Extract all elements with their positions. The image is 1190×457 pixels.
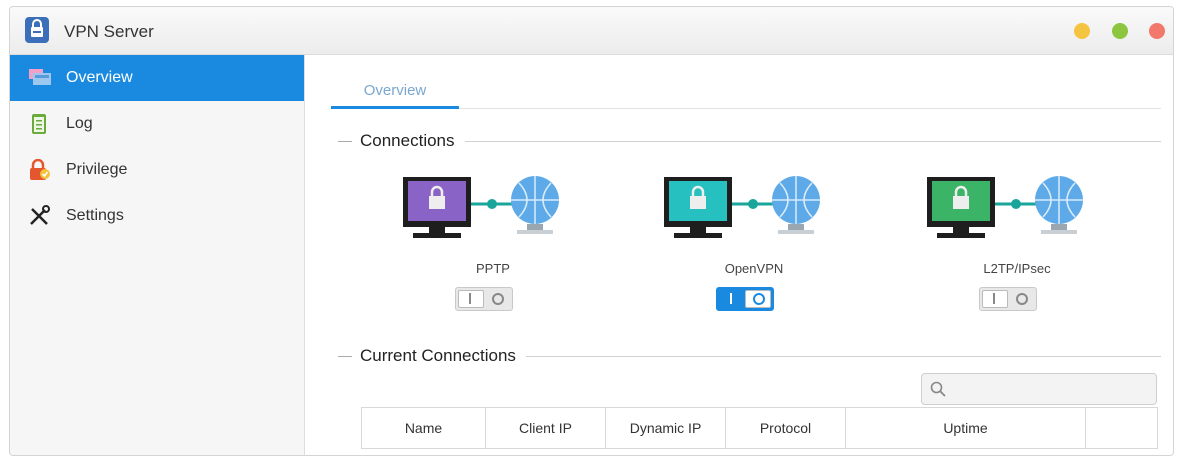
vpn-server-window: VPN Server Overview Log Privilege Settin… (9, 6, 1174, 456)
pptp-network-icon (403, 176, 559, 238)
main-content: Overview Connections PPTP OpenVPN L2TP/I… (305, 55, 1173, 455)
tab-label: Overview (363, 82, 427, 99)
sidebar-item-label: Overview (66, 69, 133, 86)
connections-table-header: Name Client IP Dynamic IP Protocol Uptim… (361, 407, 1158, 449)
sidebar-item-log[interactable]: Log (10, 101, 304, 147)
connection-l2tp-ipsec: L2TP/IPsec (927, 171, 1107, 311)
settings-icon (28, 205, 52, 227)
sidebar-item-overview[interactable]: Overview (10, 55, 304, 101)
column-header-name[interactable]: Name (362, 408, 486, 448)
title-bar: VPN Server (10, 7, 1173, 55)
column-header-extra (1086, 408, 1155, 448)
sidebar-item-label: Log (66, 115, 93, 132)
minimize-button[interactable] (1074, 23, 1090, 39)
openvpn-toggle[interactable] (716, 287, 774, 311)
search-icon (930, 381, 946, 402)
l2tp-network-icon (927, 176, 1083, 238)
l2tp-ipsec-toggle[interactable] (979, 287, 1037, 311)
current-connections-section-header: Current Connections (338, 346, 1161, 368)
column-header-client-ip[interactable]: Client IP (486, 408, 606, 448)
vpn-server-app-icon (25, 17, 49, 43)
column-header-uptime[interactable]: Uptime (846, 408, 1086, 448)
sidebar-item-privilege[interactable]: Privilege (10, 147, 304, 193)
column-header-dynamic-ip[interactable]: Dynamic IP (606, 408, 726, 448)
sidebar-item-settings[interactable]: Settings (10, 193, 304, 239)
connection-openvpn: OpenVPN (664, 171, 844, 311)
section-title: Current Connections (360, 346, 526, 366)
tab-overview[interactable]: Overview (331, 75, 459, 107)
connection-name: L2TP/IPsec (983, 261, 1051, 276)
overview-icon (28, 67, 52, 89)
column-header-protocol[interactable]: Protocol (726, 408, 846, 448)
privilege-icon (28, 158, 52, 181)
connection-pptp: PPTP (403, 171, 583, 311)
tab-active-indicator (331, 106, 459, 109)
connection-name: OpenVPN (724, 261, 784, 276)
close-button[interactable] (1149, 23, 1165, 39)
connection-name: PPTP (476, 261, 510, 276)
log-icon (28, 113, 52, 135)
pptp-toggle[interactable] (455, 287, 513, 311)
section-title: Connections (360, 131, 465, 151)
window-title: VPN Server (64, 22, 154, 41)
openvpn-network-icon (664, 176, 820, 238)
connections-section-header: Connections (338, 131, 1161, 153)
search-input[interactable] (921, 373, 1157, 405)
sidebar: Overview Log Privilege Settings (10, 55, 305, 455)
sidebar-item-label: Settings (66, 207, 124, 224)
sidebar-item-label: Privilege (66, 161, 128, 178)
maximize-button[interactable] (1112, 23, 1128, 39)
